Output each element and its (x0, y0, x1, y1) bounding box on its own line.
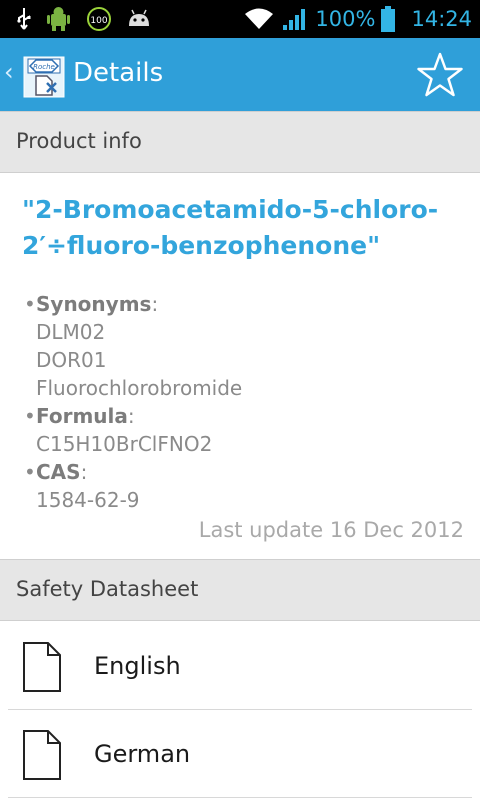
battery-100-icon: 100 (87, 7, 111, 31)
list-item-german[interactable]: German (8, 711, 472, 798)
svg-text:Roche: Roche (33, 63, 55, 71)
formula-label: Formula (36, 404, 128, 428)
page-title: Details (73, 58, 164, 88)
action-bar: ‹ Roche Details (0, 38, 480, 111)
android-icon (129, 9, 149, 26)
section-header-product-info: Product info (0, 111, 480, 173)
list-item-english[interactable]: English (8, 623, 472, 710)
android-debug-icon (47, 7, 70, 31)
language-label: English (94, 652, 181, 680)
product-name: "2-Bromoacetamido-5-chloro-2′÷fluoro-ben… (22, 195, 439, 260)
favorite-star-icon[interactable] (416, 52, 464, 98)
section-title: Safety Datasheet (16, 577, 199, 601)
battery-icon (381, 6, 396, 32)
svg-text:100: 100 (90, 16, 107, 26)
document-icon (23, 730, 61, 780)
cas-label: CAS (36, 460, 81, 484)
app-logo-icon[interactable]: Roche (20, 51, 68, 99)
formula-value: C15H10BrClFNO2 (36, 432, 213, 456)
section-header-safety-datasheet: Safety Datasheet (0, 559, 480, 621)
usb-icon (17, 8, 31, 30)
synonyms-label: Synonyms (36, 292, 152, 316)
last-update-text: Last update 16 Dec 2012 (198, 518, 464, 542)
status-bar: 100 100% 14:24 (0, 0, 480, 38)
formula-row: •Formula: (24, 404, 135, 428)
synonym-item: Fluorochlorobromide (36, 376, 243, 400)
synonym-item: DOR01 (36, 348, 107, 372)
synonyms-row: •Synonyms: (24, 292, 159, 316)
back-chevron-icon[interactable]: ‹ (4, 58, 14, 86)
synonym-item: DLM02 (36, 320, 106, 344)
document-icon (23, 642, 61, 692)
battery-percentage: 100% (315, 7, 376, 31)
product-info-list: •Synonyms: DLM02 DOR01 Fluorochlorobromi… (24, 290, 242, 514)
signal-icon (283, 9, 306, 30)
cas-row: •CAS: (24, 460, 88, 484)
language-label: German (94, 740, 191, 768)
cas-value: 1584-62-9 (36, 488, 140, 512)
wifi-icon (245, 8, 274, 29)
section-title: Product info (16, 129, 142, 153)
clock: 14:24 (411, 7, 472, 31)
